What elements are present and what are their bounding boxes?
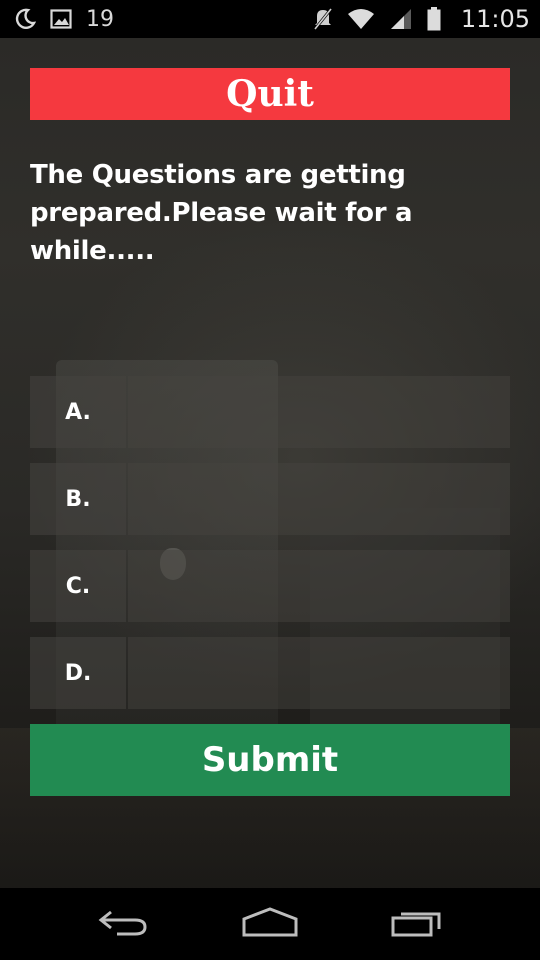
submit-button[interactable]: Submit (30, 724, 510, 796)
mute-icon (313, 7, 333, 31)
quiz-screen: Quit The Questions are getting prepared.… (0, 38, 540, 888)
signal-icon (389, 8, 413, 30)
recents-button[interactable] (377, 894, 457, 954)
back-icon (97, 908, 149, 940)
option-b[interactable]: B. (30, 463, 510, 535)
moon-icon (14, 8, 36, 30)
option-a[interactable]: A. (30, 376, 510, 448)
option-letter: B. (30, 463, 126, 535)
battery-icon (427, 7, 441, 31)
option-letter: A. (30, 376, 126, 448)
wifi-icon (347, 8, 375, 30)
navigation-bar (0, 888, 540, 960)
option-text[interactable] (128, 376, 510, 448)
question-text: The Questions are getting prepared.Pleas… (30, 160, 413, 266)
background-photo (310, 508, 500, 748)
option-c[interactable]: C. (30, 550, 510, 622)
status-left: 19 (14, 7, 114, 32)
quit-button[interactable]: Quit (30, 68, 510, 120)
notification-count: 19 (86, 6, 114, 32)
option-letter: D. (30, 637, 126, 709)
status-bar: 19 11:05 (0, 0, 540, 38)
status-time: 11:05 (460, 5, 530, 33)
option-letter: C. (30, 550, 126, 622)
status-right: 11:05 (313, 5, 530, 33)
back-button[interactable] (83, 894, 163, 954)
option-d[interactable]: D. (30, 637, 510, 709)
option-text[interactable] (128, 463, 510, 535)
home-button[interactable] (230, 894, 310, 954)
recents-icon (390, 907, 444, 941)
option-text[interactable] (128, 637, 510, 709)
image-icon (50, 9, 72, 29)
home-icon (241, 907, 299, 941)
option-text[interactable] (128, 550, 510, 622)
